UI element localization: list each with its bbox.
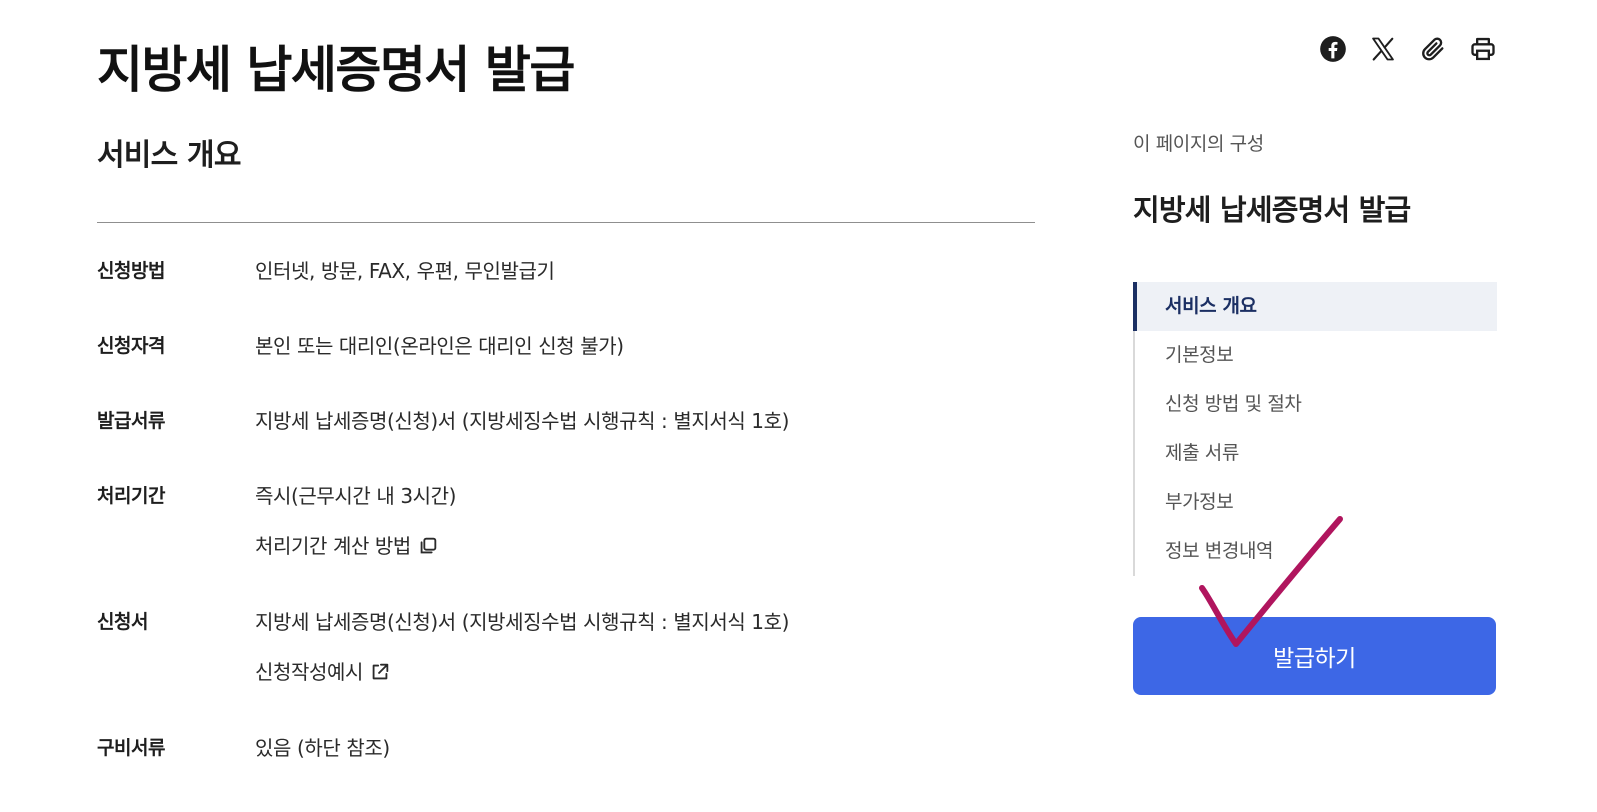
- info-value: 지방세 납세증명(신청)서 (지방세징수법 시행규칙 : 별지서식 1호): [255, 409, 790, 433]
- toc-item-application-procedure[interactable]: 신청 방법 및 절차: [1135, 380, 1497, 429]
- x-share-button[interactable]: [1368, 34, 1398, 64]
- toc-item-basic-info[interactable]: 기본정보: [1135, 331, 1497, 380]
- application-sample-link[interactable]: 신청작성예시: [255, 656, 391, 688]
- info-row-application-method: 신청방법 인터넷, 방문, FAX, 우편, 무인발급기: [97, 255, 1035, 330]
- link-label: 처리기간 계산 방법: [255, 534, 411, 558]
- copy-window-icon: [420, 537, 437, 554]
- toc-item-change-history[interactable]: 정보 변경내역: [1135, 527, 1497, 576]
- section-divider: [97, 222, 1035, 223]
- toc-caption: 이 페이지의 구성: [1133, 133, 1264, 155]
- toc-item-submission-documents[interactable]: 제출 서류: [1135, 429, 1497, 478]
- toc-title: 지방세 납세증명서 발급: [1133, 193, 1411, 227]
- paperclip-icon: [1422, 37, 1444, 61]
- info-row-processing-period: 처리기간 즉시(근무시간 내 3시간) 처리기간 계산 방법: [97, 480, 1035, 606]
- info-value: 지방세 납세증명(신청)서 (지방세징수법 시행규칙 : 별지서식 1호): [255, 610, 790, 634]
- info-row-issued-document: 발급서류 지방세 납세증명(신청)서 (지방세징수법 시행규칙 : 별지서식 1…: [97, 405, 1035, 480]
- info-value: 있음 (하단 참조): [255, 736, 390, 760]
- toc-item-additional-info[interactable]: 부가정보: [1135, 478, 1497, 527]
- info-label: 신청방법: [97, 260, 165, 282]
- info-label: 신청자격: [97, 335, 165, 357]
- issue-button[interactable]: 발급하기: [1133, 617, 1496, 695]
- toc-item-service-overview[interactable]: 서비스 개요: [1133, 282, 1497, 331]
- info-value: 인터넷, 방문, FAX, 우편, 무인발급기: [255, 259, 555, 283]
- facebook-icon: [1320, 36, 1346, 62]
- facebook-share-button[interactable]: [1318, 34, 1348, 64]
- x-icon: [1372, 37, 1394, 61]
- info-label: 신청서: [97, 611, 148, 633]
- printer-icon: [1471, 37, 1495, 61]
- info-row-required-documents: 구비서류 있음 (하단 참조): [97, 732, 1035, 782]
- page-title: 지방세 납세증명서 발급: [97, 41, 575, 99]
- share-toolbar: [1318, 34, 1498, 64]
- print-button[interactable]: [1468, 34, 1498, 64]
- info-row-eligibility: 신청자격 본인 또는 대리인(온라인은 대리인 신청 불가): [97, 330, 1035, 405]
- info-label: 처리기간: [97, 485, 165, 507]
- info-label: 발급서류: [97, 410, 165, 432]
- page-toc: 이 페이지의 구성 지방세 납세증명서 발급 서비스 개요 기본정보 신청 방법…: [1133, 128, 1497, 576]
- copy-link-button[interactable]: [1418, 34, 1448, 64]
- info-value: 본인 또는 대리인(온라인은 대리인 신청 불가): [255, 334, 624, 358]
- external-link-icon: [372, 663, 389, 680]
- info-label: 구비서류: [97, 737, 165, 759]
- info-value: 즉시(근무시간 내 3시간): [255, 484, 457, 508]
- service-overview-list: 신청방법 인터넷, 방문, FAX, 우편, 무인발급기 신청자격 본인 또는 …: [97, 255, 1035, 782]
- info-row-application-form: 신청서 지방세 납세증명(신청)서 (지방세징수법 시행규칙 : 별지서식 1호…: [97, 606, 1035, 732]
- toc-nav: 서비스 개요 기본정보 신청 방법 및 절차 제출 서류 부가정보 정보 변경내…: [1133, 282, 1497, 576]
- section-title: 서비스 개요: [97, 138, 241, 173]
- processing-period-calc-link[interactable]: 처리기간 계산 방법: [255, 530, 439, 562]
- link-label: 신청작성예시: [255, 660, 363, 684]
